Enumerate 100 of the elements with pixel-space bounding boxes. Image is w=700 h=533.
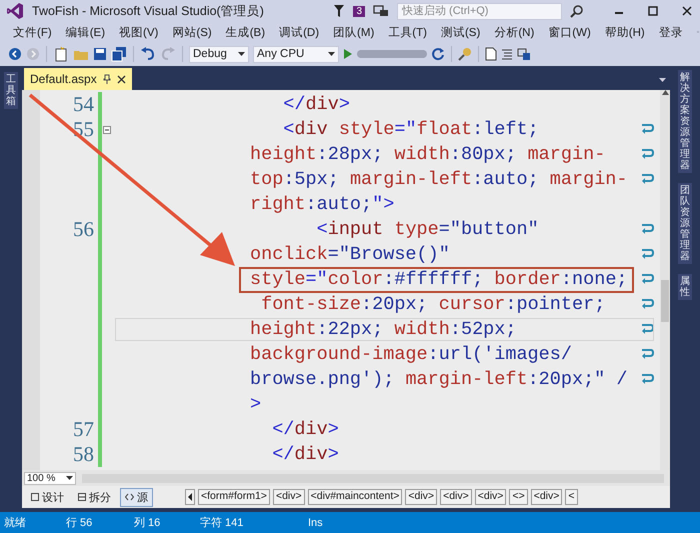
caret-icon (328, 52, 335, 56)
collapse-icon[interactable] (102, 126, 110, 134)
code-line: > (249, 394, 262, 416)
breadcrumb-item[interactable]: <div> (405, 489, 438, 505)
document-tab[interactable]: Default.aspx (24, 68, 132, 90)
view-button[interactable]: 拆分 (73, 488, 116, 506)
code-line: </div> (271, 418, 340, 440)
code-line: right:auto;"> (249, 194, 396, 216)
side-panel-tab[interactable]: 属性 (678, 274, 692, 300)
insert-mode-indicator: Ins (308, 516, 323, 528)
window-title: TwoFish - Microsoft Visual Studio(管理员) (32, 2, 264, 20)
menu-item[interactable]: 编辑(E) (58, 24, 112, 40)
side-panel-tab[interactable]: 工具箱 (4, 72, 18, 109)
blurred-label-icon (357, 49, 427, 59)
save-icon[interactable] (93, 47, 107, 61)
sign-in-link[interactable]: 登录 (652, 24, 690, 40)
line-number: 58 (72, 442, 95, 467)
code-line: <input type="button" (316, 218, 540, 240)
breadcrumb-item[interactable]: <form#form1> (198, 489, 270, 505)
side-panel-tab[interactable]: 解决方案资源管理器 (678, 70, 692, 173)
word-wrap-icon (640, 272, 654, 284)
tab-list-caret-icon[interactable] (659, 78, 666, 82)
code-line: height:28px; width:80px; margin- (249, 144, 606, 166)
platform-dropdown[interactable]: Any CPU (253, 46, 339, 62)
word-wrap-icon (640, 147, 654, 159)
configuration-dropdown[interactable]: Debug (189, 46, 249, 62)
search-icon[interactable] (570, 4, 584, 18)
comment-icon[interactable] (517, 47, 531, 61)
breadcrumb-item[interactable]: <div#maincontent> (308, 489, 402, 505)
breadcrumb-item[interactable]: <> (509, 489, 528, 505)
menu-item[interactable]: 窗口(W) (541, 24, 598, 40)
line-number: 54 (72, 92, 95, 117)
code-line: background-image:url('images/ (249, 344, 573, 366)
breadcrumb-item[interactable]: < (565, 489, 578, 505)
line-number: 55 (72, 117, 95, 142)
caret-icon (238, 52, 245, 56)
save-all-icon[interactable] (111, 46, 127, 62)
word-wrap-icon (640, 172, 654, 184)
vs-logo-icon (6, 2, 24, 20)
menu-item[interactable]: 工具(T) (381, 24, 434, 40)
line-indicator: 行 56 (66, 516, 94, 530)
zoom-dropdown[interactable]: 100 % (24, 472, 76, 484)
breadcrumb-item[interactable]: <div> (474, 489, 506, 505)
new-item-icon[interactable] (53, 46, 69, 62)
word-wrap-icon (640, 247, 654, 259)
vertical-scrollbar[interactable] (660, 90, 670, 470)
menu-item[interactable]: 测试(S) (434, 24, 488, 40)
menu-item[interactable]: 帮助(H) (598, 24, 652, 40)
line-number: 56 (72, 217, 95, 242)
menu-item[interactable]: 团队(M) (326, 24, 382, 40)
close-icon[interactable] (116, 74, 126, 84)
source-view-icon (125, 493, 134, 501)
character-indicator: 字符 141 (200, 516, 244, 530)
quick-launch-field[interactable]: 快速启动 (Ctrl+Q) (397, 2, 562, 20)
view-button[interactable]: 源 (120, 488, 153, 506)
code-line: font-size:20px; cursor:pointer; (260, 294, 606, 316)
code-line: <div style="float:left; (282, 118, 540, 140)
find-icon[interactable] (458, 47, 472, 61)
code-line: top:5px; margin-left:auto; margin- (249, 168, 628, 190)
back-icon[interactable] (8, 47, 22, 61)
design-view-icon (31, 493, 39, 501)
line-number: 57 (72, 417, 95, 442)
menu-item[interactable]: 分析(N) (487, 24, 542, 40)
feedback-icon[interactable] (373, 4, 389, 18)
menu-item[interactable]: 视图(V) (112, 24, 166, 40)
code-line: onclick="Browse()" (249, 244, 451, 266)
document-icon[interactable] (485, 47, 497, 61)
pin-icon[interactable] (102, 74, 111, 84)
menu-item[interactable]: 生成(B) (218, 24, 272, 40)
code-line: height:22px; width:52px; (249, 318, 518, 340)
word-wrap-icon (640, 122, 654, 134)
word-wrap-icon (640, 322, 654, 334)
breadcrumb-item[interactable]: <div> (530, 489, 562, 505)
side-panel-tab[interactable]: 团队资源管理器 (678, 183, 692, 264)
undo-icon[interactable] (140, 47, 156, 61)
split-view-icon (78, 493, 86, 501)
scroll-left-icon[interactable] (185, 489, 195, 505)
menu-item[interactable]: 网站(S) (165, 24, 219, 40)
play-icon[interactable] (343, 48, 353, 60)
status-text: 就绪 (4, 516, 27, 530)
word-wrap-icon (640, 222, 654, 234)
word-wrap-icon (640, 372, 654, 384)
text-lines-icon[interactable] (501, 47, 513, 61)
scroll-up-icon[interactable] (662, 90, 668, 95)
code-line: </div> (282, 94, 351, 116)
caret-icon (66, 476, 73, 480)
column-indicator: 列 16 (134, 516, 162, 530)
code-line: style="color:#ffffff; border:none; (241, 268, 632, 290)
menu-item[interactable]: 调试(D) (272, 24, 326, 40)
menu-item[interactable]: 文件(F) (6, 24, 59, 40)
view-button[interactable]: 设计 (26, 488, 69, 506)
scrollbar-thumb[interactable] (661, 280, 669, 322)
word-wrap-icon (640, 347, 654, 359)
word-wrap-icon (640, 297, 654, 309)
notification-badge: 3 (353, 6, 365, 16)
code-line: browse.png'); margin-left:20px;" / (249, 368, 628, 390)
code-line: </div> (271, 444, 340, 466)
breadcrumb-item[interactable]: <div> (440, 489, 472, 505)
breadcrumb-item[interactable]: <div> (272, 489, 305, 505)
refresh-icon[interactable] (431, 47, 445, 61)
